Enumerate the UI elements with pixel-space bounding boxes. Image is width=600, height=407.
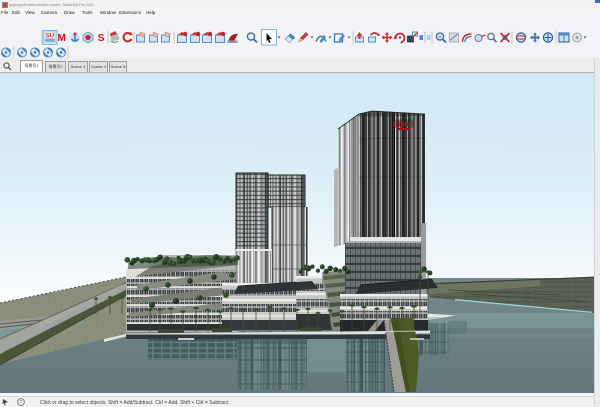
svg-text:M: M [58, 33, 66, 44]
svg-text:S: S [98, 33, 105, 44]
svg-text:Hilton: Hilton [393, 122, 413, 129]
svg-text:?: ? [20, 400, 23, 406]
svg-text:+: + [438, 35, 442, 41]
